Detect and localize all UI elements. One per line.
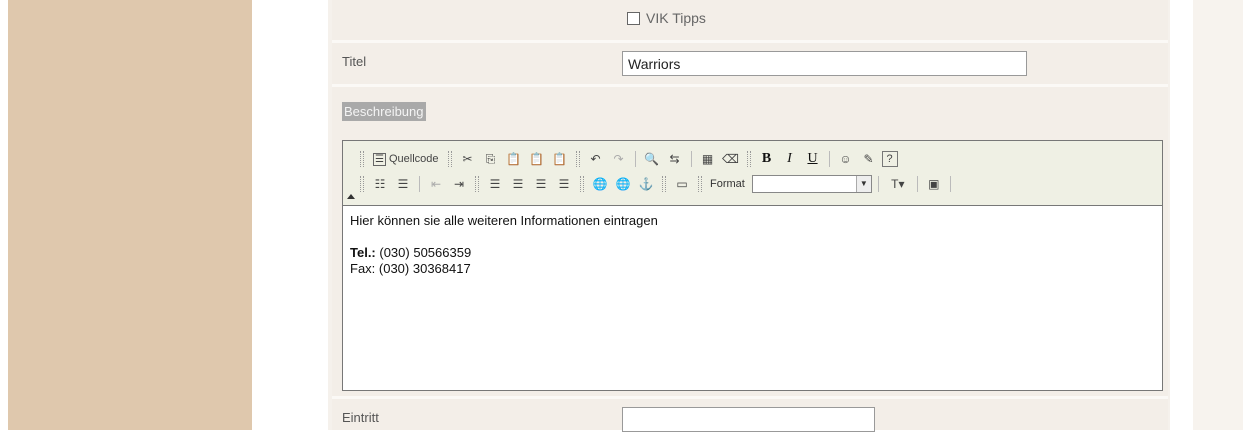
table-icon[interactable]: ▭	[672, 174, 692, 194]
right-margin-panel	[1193, 0, 1243, 430]
toolbar-row-2: ☷ ☰ ⇤ ⇥ ☰ ☰ ☰ ☰ 🌐 🌐 ⚓ ▭ Format ▼ T▾ ▣	[357, 173, 954, 195]
eintritt-input[interactable]	[622, 407, 875, 432]
align-left-icon[interactable]: ☰	[485, 174, 505, 194]
toolbar-separator	[690, 151, 692, 167]
copy-icon[interactable]: ⎘	[481, 149, 501, 169]
toolbar-collapse-arrow-icon[interactable]	[347, 194, 355, 199]
toolbar-grip	[575, 151, 580, 167]
underline-icon[interactable]: U	[803, 149, 823, 169]
indent-icon[interactable]: ⇥	[449, 174, 469, 194]
eintritt-label: Eintritt	[342, 410, 379, 425]
spellcheck-icon[interactable]: ✎	[859, 149, 879, 169]
fullscreen-icon[interactable]: ▣	[924, 174, 944, 194]
paste-icon[interactable]: 📋	[504, 149, 524, 169]
tel-line: Tel.: (030) 50566359	[350, 245, 1150, 261]
editor-toolbar: ☰ Quellcode ✂ ⎘ 📋 📋 📋 ↶ ↷ 🔍 ⇆ ▦ ⌫ B I U …	[343, 141, 1162, 206]
tel-label: Tel.:	[350, 245, 376, 260]
help-icon[interactable]: ?	[881, 151, 898, 167]
redo-icon[interactable]: ↷	[609, 149, 629, 169]
remove-format-icon[interactable]: ⌫	[721, 149, 741, 169]
toolbar-grip	[698, 176, 702, 192]
unlink-icon[interactable]: 🌐	[613, 174, 633, 194]
toolbar-grip	[746, 151, 751, 167]
toolbar-separator	[877, 176, 879, 192]
left-sidebar-panel	[8, 0, 252, 430]
paste-text-icon[interactable]: 📋	[527, 149, 547, 169]
undo-icon[interactable]: ↶	[586, 149, 606, 169]
cut-icon[interactable]: ✂	[458, 149, 478, 169]
outdent-icon[interactable]: ⇤	[426, 174, 446, 194]
toolbar-separator	[916, 176, 918, 192]
source-code-label: Quellcode	[388, 153, 439, 165]
link-icon[interactable]: 🌐	[590, 174, 610, 194]
format-label: Format	[710, 178, 745, 190]
bullet-list-icon[interactable]: ☰	[393, 174, 413, 194]
numbered-list-icon[interactable]: ☷	[370, 174, 390, 194]
bold-icon[interactable]: B	[757, 149, 777, 169]
format-select[interactable]: ▼	[751, 175, 872, 193]
titel-input[interactable]	[622, 51, 1027, 76]
vik-tipps-label: VIK Tipps	[646, 10, 706, 26]
toolbar-grip	[662, 176, 666, 192]
editor-intro-text: Hier können sie alle weiteren Informatio…	[350, 213, 658, 228]
toolbar-grip	[360, 151, 364, 167]
justify-icon[interactable]: ☰	[554, 174, 574, 194]
replace-icon[interactable]: ⇆	[665, 149, 685, 169]
editor-content-area[interactable]: Hier können sie alle weiteren Informatio…	[350, 213, 1150, 277]
select-all-icon[interactable]: ▦	[698, 149, 718, 169]
toolbar-grip	[447, 151, 452, 167]
vik-tipps-checkbox[interactable]	[627, 12, 640, 25]
source-code-icon: ☰	[373, 152, 386, 166]
text-color-icon[interactable]: T▾	[885, 174, 911, 194]
toolbar-grip	[475, 176, 479, 192]
anchor-icon[interactable]: ⚓	[636, 174, 656, 194]
fax-line: Fax: (030) 30368417	[350, 261, 471, 276]
tel-value: (030) 50566359	[375, 245, 472, 260]
italic-icon[interactable]: I	[780, 149, 800, 169]
toolbar-grip	[360, 176, 364, 192]
find-icon[interactable]: 🔍	[642, 149, 662, 169]
form-row-vik-tipps	[332, 0, 1168, 40]
smiley-icon[interactable]: ☺	[836, 149, 856, 169]
chevron-down-icon: ▼	[855, 176, 871, 192]
paste-word-icon[interactable]: 📋	[550, 149, 570, 169]
toolbar-separator	[949, 176, 951, 192]
align-right-icon[interactable]: ☰	[531, 174, 551, 194]
rich-text-editor: ☰ Quellcode ✂ ⎘ 📋 📋 📋 ↶ ↷ 🔍 ⇆ ▦ ⌫ B I U …	[342, 140, 1163, 391]
beschreibung-label: Beschreibung	[342, 102, 426, 121]
align-center-icon[interactable]: ☰	[508, 174, 528, 194]
titel-label: Titel	[342, 54, 367, 69]
source-code-button[interactable]: ☰ Quellcode	[370, 149, 442, 169]
toolbar-row-1: ☰ Quellcode ✂ ⎘ 📋 📋 📋 ↶ ↷ 🔍 ⇆ ▦ ⌫ B I U …	[357, 148, 898, 170]
toolbar-separator	[419, 176, 420, 192]
toolbar-grip	[580, 176, 584, 192]
toolbar-separator	[634, 151, 636, 167]
toolbar-separator	[828, 151, 830, 167]
